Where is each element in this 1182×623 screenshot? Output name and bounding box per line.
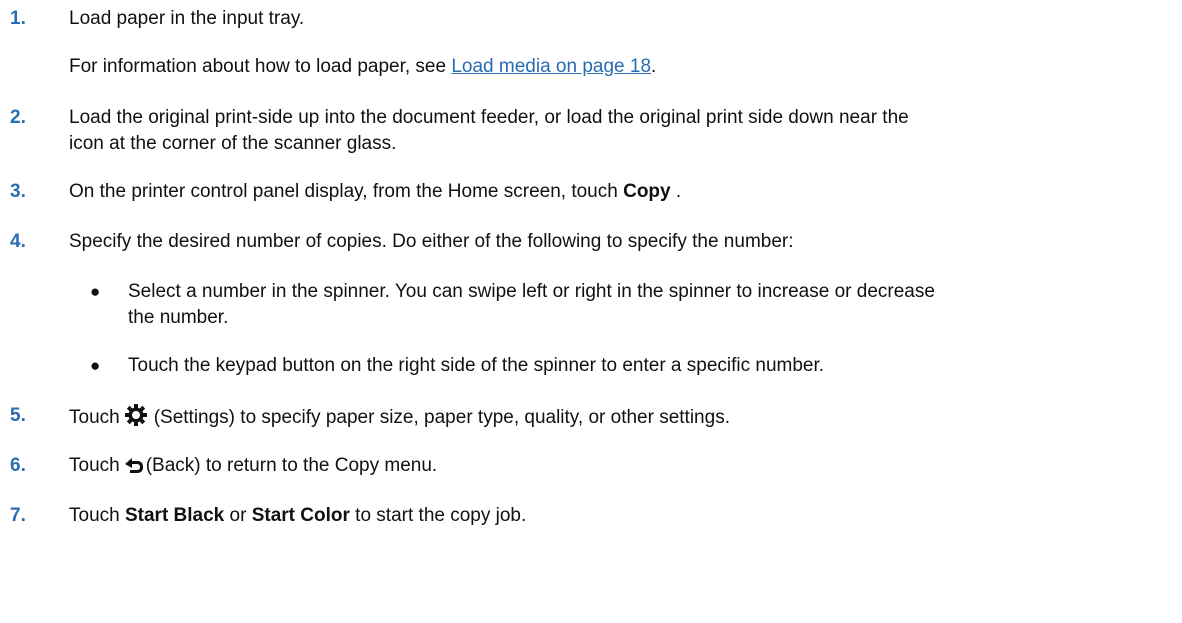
step-number: 3. xyxy=(10,181,26,202)
step-text: Touch Start Black or Start Color to star… xyxy=(69,503,1170,529)
touch-word: Touch xyxy=(69,407,120,428)
step-text-line: icon at the corner of the scanner glass. xyxy=(69,133,397,154)
step-1-info: For information about how to load paper,… xyxy=(69,54,1159,80)
step-text-suffix: . xyxy=(670,181,682,202)
step-text-line: Load the original print-side up into the… xyxy=(69,107,909,128)
copy-label: Copy xyxy=(623,181,671,202)
step-number: 5. xyxy=(10,405,26,426)
step-text-prefix: On the printer control panel display, fr… xyxy=(69,181,624,202)
touch-word: Touch xyxy=(69,505,125,526)
touch-word: Touch xyxy=(69,455,120,476)
step-number: 7. xyxy=(10,505,26,526)
step-text: On the printer control panel display, fr… xyxy=(69,179,1170,205)
step-number: 1. xyxy=(10,8,26,29)
info-prefix: For information about how to load paper,… xyxy=(69,56,452,77)
step-7: 7. Touch Start Black or Start Color to s… xyxy=(10,503,1170,529)
step-4: 4. Specify the desired number of copies.… xyxy=(10,229,1170,255)
bullet-icon: ● xyxy=(90,356,101,375)
step-text: Load paper in the input tray. xyxy=(69,8,305,29)
step-5: 5. Touch (Settings) to specify paper siz… xyxy=(10,403,1170,435)
step-2: 2. Load the original print-side up into … xyxy=(10,105,1170,157)
step-6: 6. Touch (Back) to return to the Copy me… xyxy=(10,453,1170,483)
step-number: 6. xyxy=(10,455,26,476)
step-number: 4. xyxy=(10,231,26,252)
step-text: Touch (Back) to return to the Copy menu. xyxy=(69,453,1170,483)
step-number: 2. xyxy=(10,107,26,128)
bullet-text-line: Select a number in the spinner. You can … xyxy=(128,281,935,302)
step-text-rest: (Back) to return to the Copy menu. xyxy=(145,455,438,476)
bullet-text-line: the number. xyxy=(128,307,229,328)
bullet-text: Select a number in the spinner. You can … xyxy=(128,279,1170,331)
bullet-icon: ● xyxy=(90,282,101,301)
step-text-mid: or xyxy=(224,505,252,526)
start-color-label: Start Color xyxy=(251,505,350,526)
step-1: 1. Load paper in the input tray. xyxy=(10,6,1170,32)
step-text: Touch (Settings) to specify paper size, … xyxy=(69,403,1170,435)
info-suffix: . xyxy=(651,56,657,77)
bullet-item-2: ● Touch the keypad button on the right s… xyxy=(10,353,1170,379)
step-3: 3. On the printer control panel display,… xyxy=(10,179,1170,205)
bullet-text: Touch the keypad button on the right sid… xyxy=(128,355,825,376)
instruction-document: 1. Load paper in the input tray. For inf… xyxy=(0,0,1182,623)
step-text: Specify the desired number of copies. Do… xyxy=(69,231,794,252)
start-black-label: Start Black xyxy=(124,505,225,526)
back-icon xyxy=(124,457,144,483)
step-text-rest: (Settings) to specify paper size, paper … xyxy=(153,407,730,428)
gear-icon xyxy=(124,403,148,435)
load-media-link[interactable]: Load media on page 18 xyxy=(451,56,651,77)
step-text-suffix: to start the copy job. xyxy=(349,505,527,526)
step-text: Load the original print-side up into the… xyxy=(69,105,1170,157)
bullet-item-1: ● Select a number in the spinner. You ca… xyxy=(10,279,1170,331)
